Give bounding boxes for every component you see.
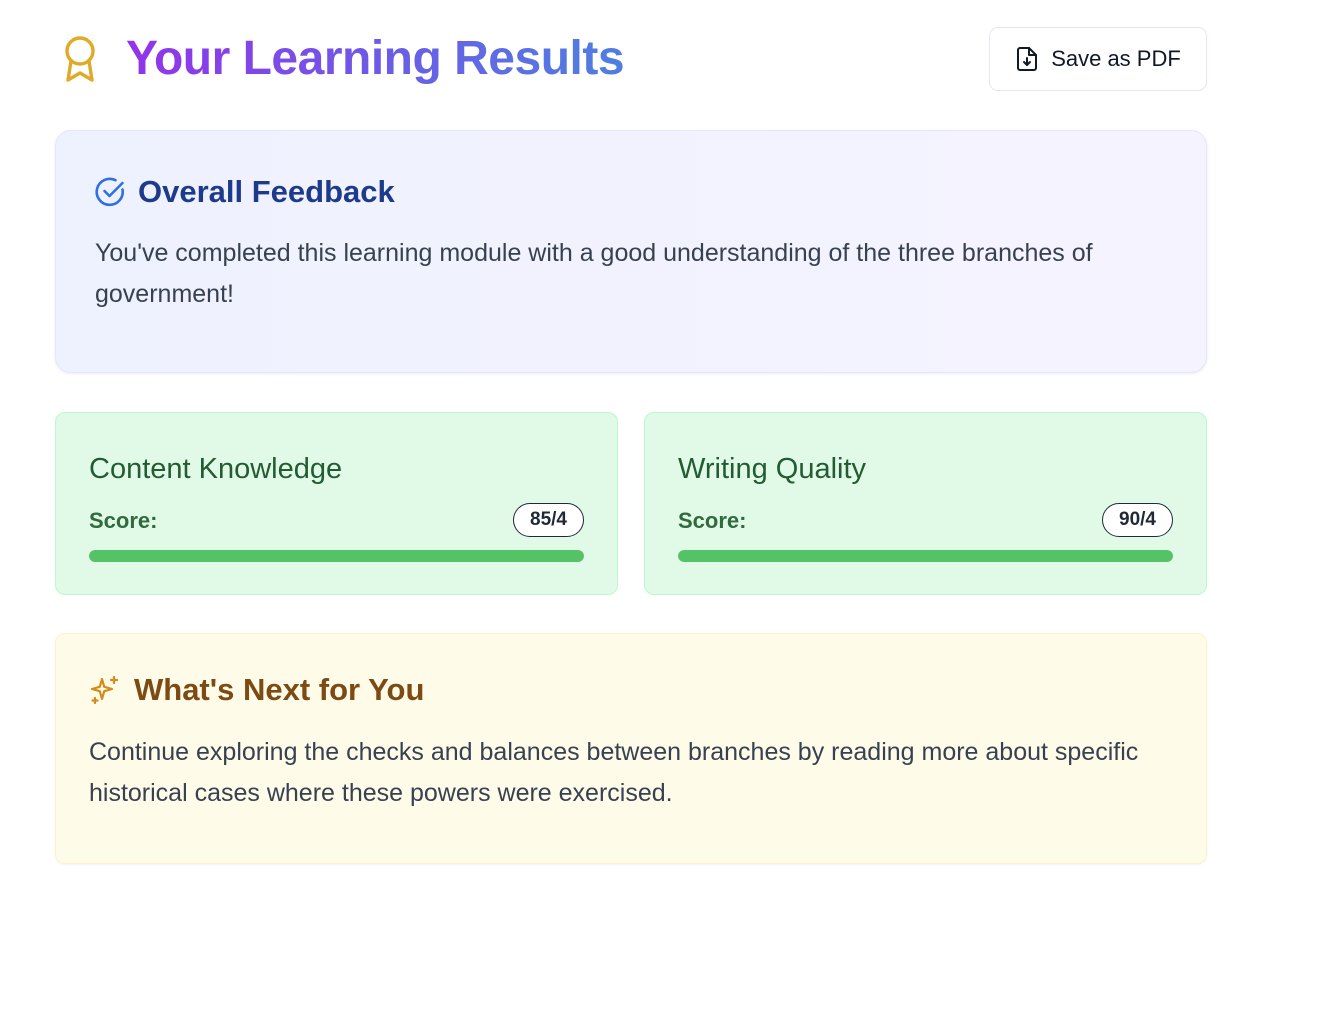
whats-next-heading: What's Next for You	[134, 672, 425, 707]
page-header: Your Learning Results Save as PDF	[55, 27, 1207, 91]
save-as-pdf-button[interactable]: Save as PDF	[989, 27, 1207, 91]
score-progress-bar	[89, 550, 584, 562]
score-card-writing-quality: Writing Quality Score: 90/4	[644, 412, 1207, 595]
score-badge: 90/4	[1102, 503, 1173, 537]
award-icon	[65, 36, 95, 82]
overall-feedback-card: Overall Feedback You've completed this l…	[55, 130, 1207, 373]
score-badge: 85/4	[513, 503, 584, 537]
file-download-icon	[1017, 47, 1038, 71]
score-card-title: Content Knowledge	[89, 453, 343, 485]
overall-feedback-header: Overall Feedback	[94, 172, 395, 212]
score-progress-fill	[678, 550, 1173, 562]
score-progress-fill	[89, 550, 584, 562]
whats-next-header: What's Next for You	[89, 670, 424, 710]
score-label: Score:	[89, 508, 158, 533]
whats-next-text: Continue exploring the checks and balanc…	[89, 738, 1139, 807]
score-card-title: Writing Quality	[678, 453, 867, 485]
save-as-pdf-label: Save as PDF	[1051, 46, 1181, 71]
score-progress-bar	[678, 550, 1173, 562]
score-label: Score:	[678, 508, 747, 533]
sparkles-icon	[90, 675, 119, 705]
overall-feedback-text: You've completed this learning module wi…	[95, 239, 1093, 308]
page-title: Your Learning Results	[126, 30, 625, 88]
score-card-content-knowledge: Content Knowledge Score: 85/4	[55, 412, 618, 595]
check-circle-icon	[95, 177, 124, 207]
whats-next-card: What's Next for You Continue exploring t…	[55, 633, 1207, 864]
overall-feedback-heading: Overall Feedback	[138, 174, 395, 209]
